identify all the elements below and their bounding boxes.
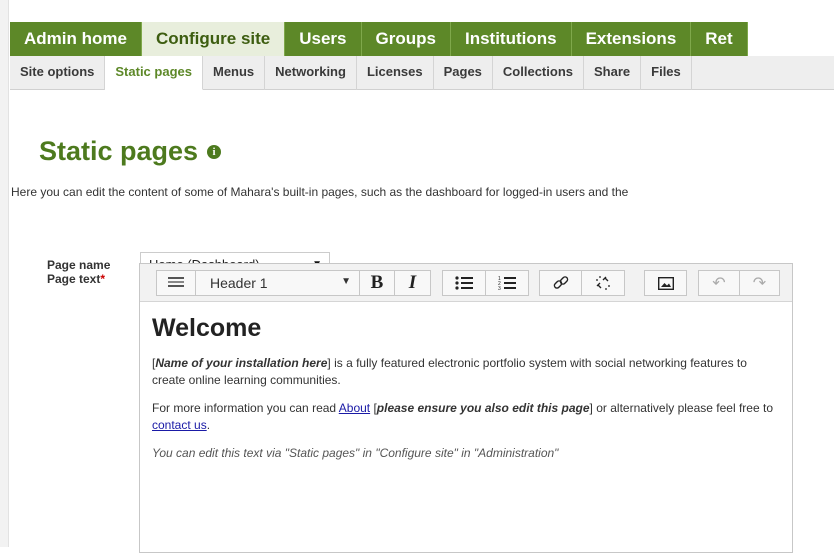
p2-middle: or alternatively please feel free to xyxy=(592,401,773,415)
image-icon[interactable] xyxy=(644,270,687,296)
toolbar-toggle-icon[interactable] xyxy=(156,270,196,296)
top-strip xyxy=(9,0,834,22)
editor-paragraph-2: For more information you can read About … xyxy=(152,400,780,434)
subtab-static-pages[interactable]: Static pages xyxy=(105,56,203,90)
numbered-list-icon[interactable]: 123 xyxy=(485,270,529,296)
format-select[interactable]: Header 1 ▼ xyxy=(195,270,360,296)
subtab-share[interactable]: Share xyxy=(584,56,642,90)
tab-users[interactable]: Users xyxy=(285,22,362,56)
installation-name-placeholder: Name of your installation here xyxy=(155,356,328,370)
subtab-site-options[interactable]: Site options xyxy=(10,56,106,90)
tab-institutions[interactable]: Institutions xyxy=(450,22,572,56)
page-name-label: Page name xyxy=(47,258,111,272)
editor-toolbar: Header 1 ▼ B I 123 ↶ ↷ xyxy=(140,264,792,302)
edit-page-note: please ensure you also edit this page xyxy=(376,401,590,415)
italic-icon[interactable]: I xyxy=(394,270,431,296)
rich-text-editor[interactable]: Header 1 ▼ B I 123 ↶ ↷ Welcome [Name of … xyxy=(139,263,793,553)
subtab-pages[interactable]: Pages xyxy=(434,56,493,90)
p2-end: . xyxy=(206,418,211,432)
tab-reports[interactable]: Ret xyxy=(691,22,748,56)
subtab-networking[interactable]: Networking xyxy=(265,56,357,90)
p2-start: For more information you can read xyxy=(152,401,339,415)
subtab-licenses[interactable]: Licenses xyxy=(357,56,434,90)
required-marker: * xyxy=(100,272,106,286)
undo-icon[interactable]: ↶ xyxy=(698,270,740,296)
tab-groups[interactable]: Groups xyxy=(361,22,451,56)
page-title: Static pages i xyxy=(39,136,222,167)
editor-content[interactable]: Welcome [Name of your installation here]… xyxy=(140,302,792,462)
editor-paragraph-1: [Name of your installation here] is a fu… xyxy=(152,355,780,389)
subtab-menus[interactable]: Menus xyxy=(203,56,266,90)
subtab-files[interactable]: Files xyxy=(641,56,692,90)
svg-text:3: 3 xyxy=(498,286,501,290)
info-icon[interactable]: i xyxy=(207,144,222,159)
contact-us-link[interactable]: contact us xyxy=(152,418,207,432)
format-caret-icon: ▼ xyxy=(341,276,351,287)
subtab-collections[interactable]: Collections xyxy=(493,56,584,90)
editor-paragraph-3: You can edit this text via "Static pages… xyxy=(152,446,559,460)
page-left-border xyxy=(0,0,9,547)
tab-configure-site[interactable]: Configure site xyxy=(141,22,286,56)
redo-icon[interactable]: ↷ xyxy=(739,270,780,296)
page-intro: Here you can edit the content of some of… xyxy=(11,185,629,199)
page-text-label-text: Page text xyxy=(47,272,101,286)
editor-heading: Welcome xyxy=(152,314,262,342)
unlink-icon[interactable] xyxy=(581,270,625,296)
page-text-label: Page text* xyxy=(47,272,105,286)
about-link[interactable]: About xyxy=(339,401,370,415)
format-select-value: Header 1 xyxy=(210,275,268,291)
bold-icon[interactable]: B xyxy=(359,270,395,296)
bullet-list-icon[interactable] xyxy=(442,270,486,296)
main-nav: Admin home Configure site Users Groups I… xyxy=(10,22,748,56)
page-title-text: Static pages xyxy=(39,136,199,166)
sub-nav: Site options Static pages Menus Networki… xyxy=(10,56,834,90)
tab-extensions[interactable]: Extensions xyxy=(571,22,692,56)
tab-admin-home[interactable]: Admin home xyxy=(10,22,142,56)
link-icon[interactable] xyxy=(539,270,582,296)
p2-bracket-open: [ xyxy=(370,401,377,415)
